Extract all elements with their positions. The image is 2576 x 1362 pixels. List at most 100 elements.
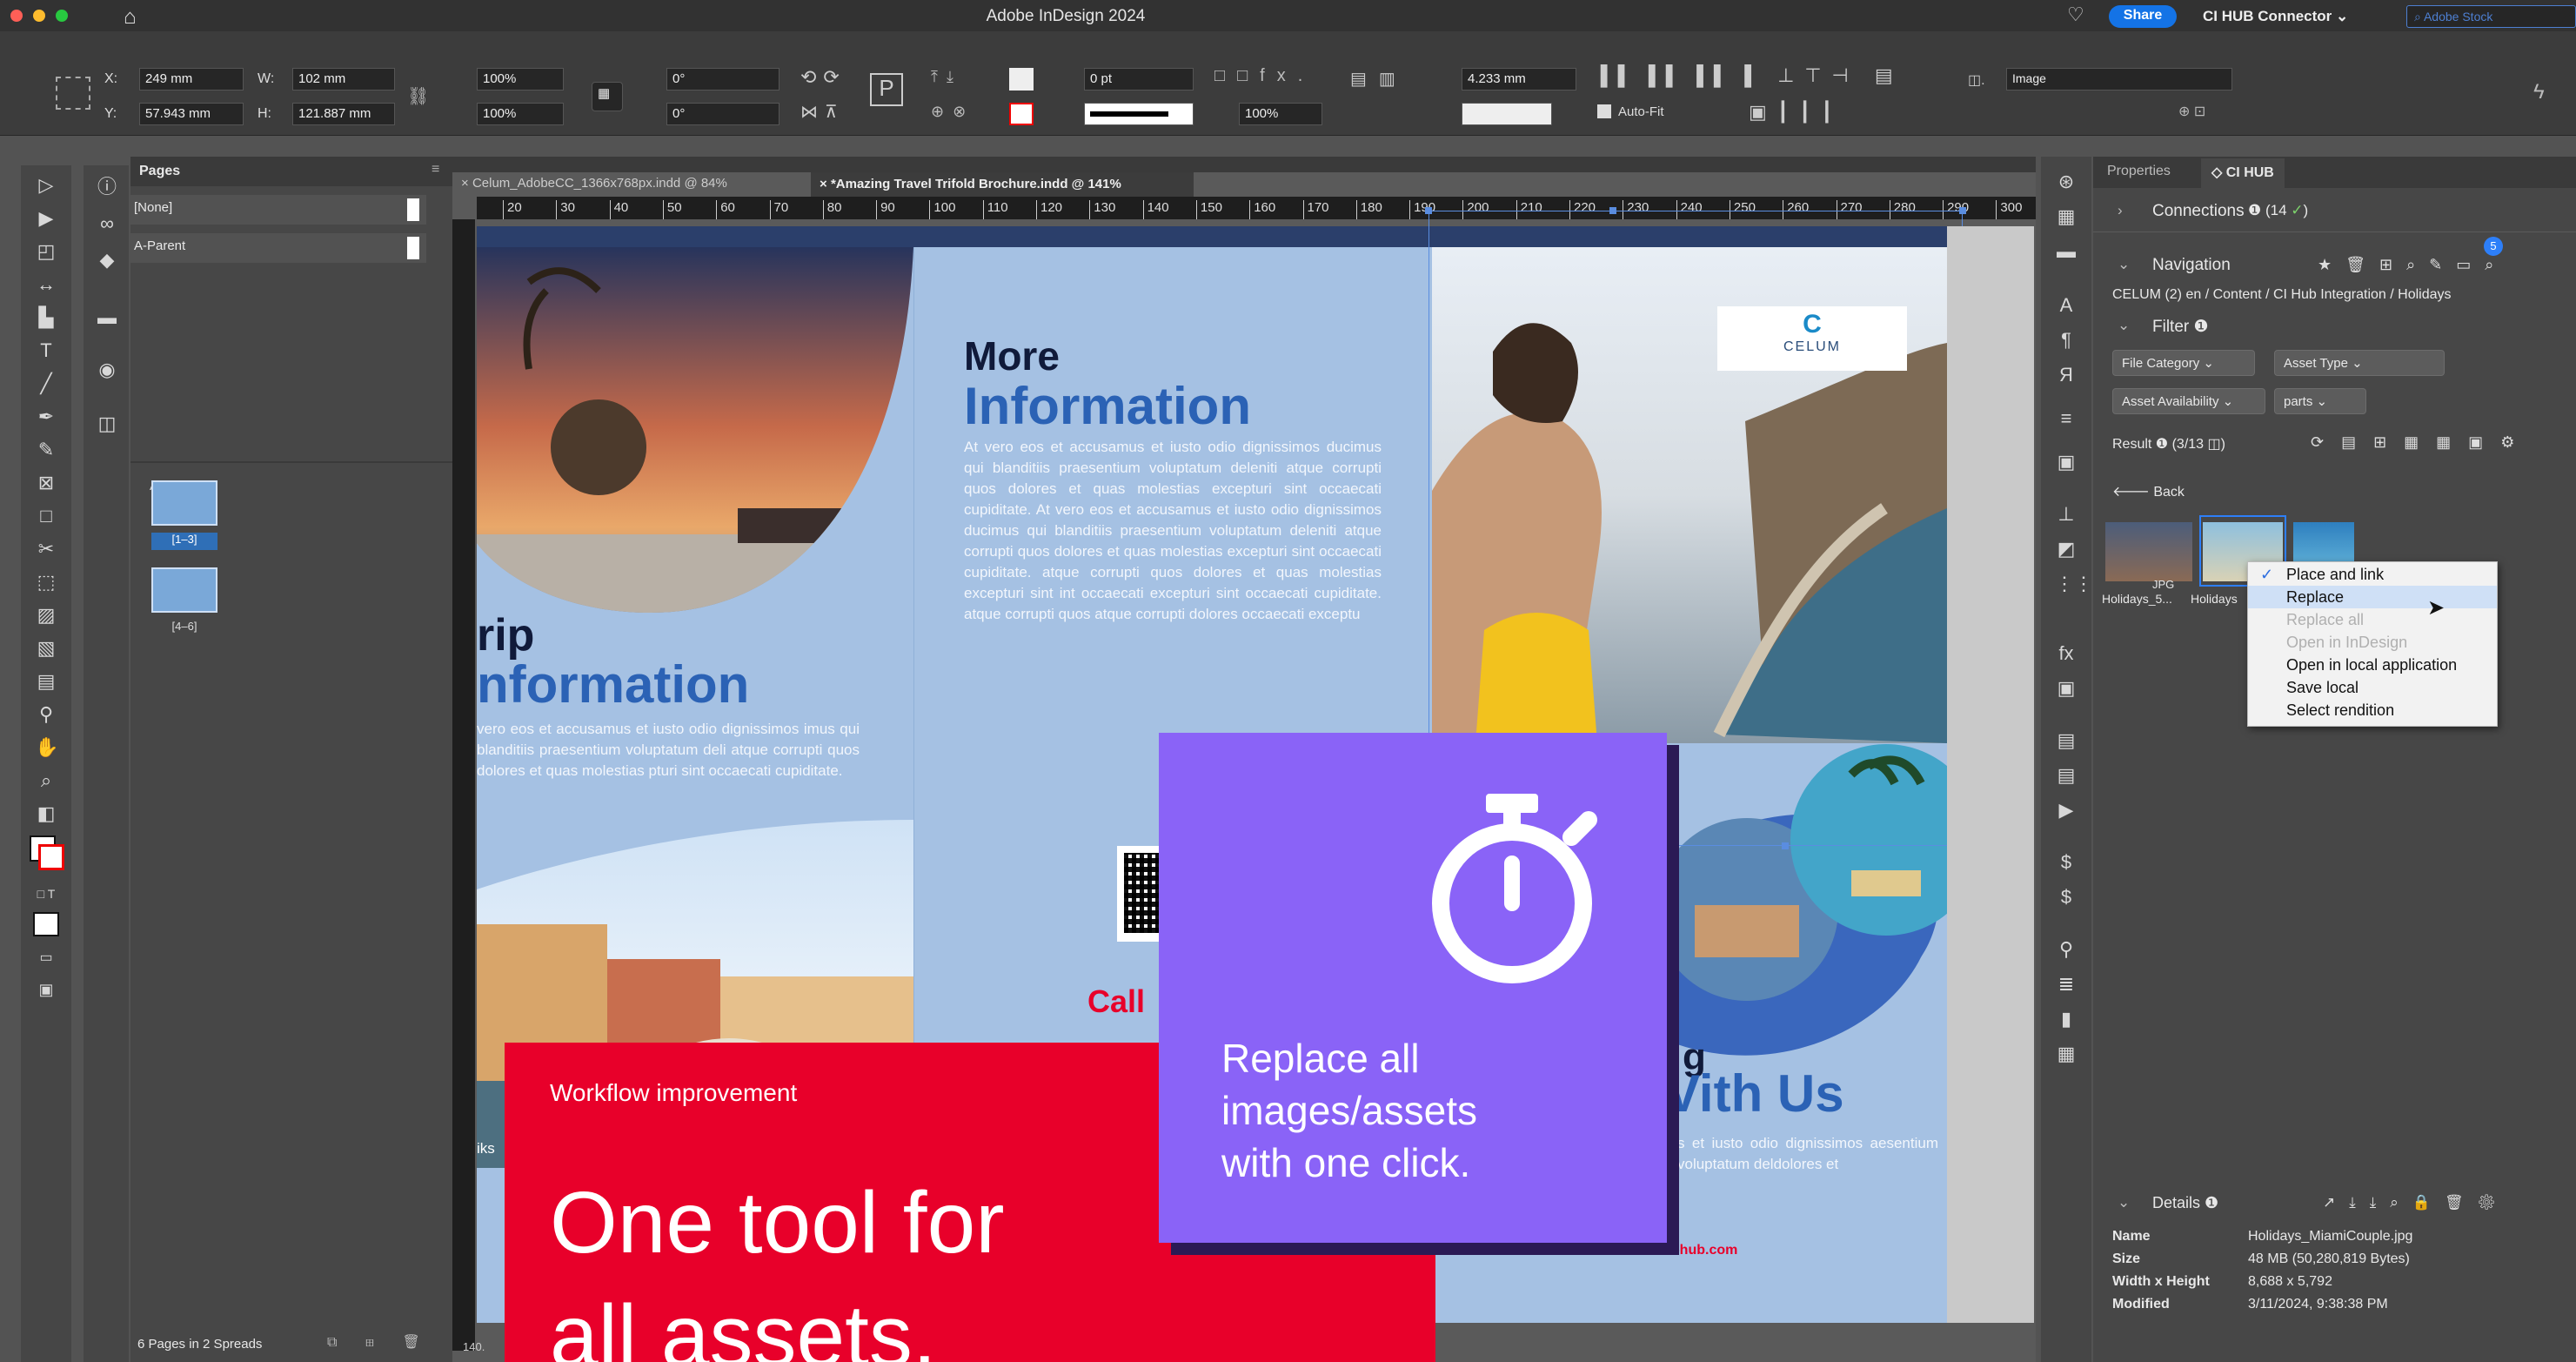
select-content-icons[interactable]: ⊕⊗	[931, 103, 974, 121]
rectangle-frame-tool-icon[interactable]: ⊠	[35, 473, 57, 493]
paragraph-styles-icon[interactable]: ¶	[2055, 331, 2078, 350]
ci-hub-icon[interactable]: ⊛	[2055, 172, 2078, 191]
parts-filter[interactable]: parts ⌄	[2274, 388, 2366, 414]
hand-tool-icon[interactable]: ✋	[35, 738, 58, 757]
scissors-tool-icon[interactable]: ✂	[35, 540, 57, 559]
autofit-checkbox[interactable]	[1597, 104, 1611, 118]
cc-libraries-icon[interactable]: ◉	[96, 360, 118, 379]
reference-point-icon[interactable]	[56, 77, 90, 110]
pages-footer-icons[interactable]: ⧉ ⊞ 🗑	[327, 1333, 432, 1351]
wrap-icon[interactable]: ▣	[2055, 453, 2078, 472]
distribute-icons[interactable]: ▣┃┃┃	[1749, 101, 1843, 124]
navigation-chevron-icon[interactable]: ⌄	[2118, 256, 2130, 273]
y-field[interactable]: 57.943 mm	[139, 103, 244, 125]
tab-ci-hub[interactable]: ◇ CI HUB	[2211, 164, 2274, 181]
constrain-scale-button[interactable]: ▦	[592, 82, 623, 111]
selection-tool-icon[interactable]: ▷	[35, 176, 57, 195]
align-icons[interactable]: ▐▌▐▌▐▌▐ ⊥⊤⊣ ▤	[1594, 64, 1904, 87]
hyperlinks-icon[interactable]: ▤	[2055, 731, 2078, 750]
stroke-type-select[interactable]	[1084, 103, 1194, 125]
tab-celum-doc[interactable]: × Celum_AdobeCC_1366x768px.indd @ 84%	[461, 176, 792, 195]
asset-thumbnail-1[interactable]	[2105, 522, 2192, 581]
assignments-icon[interactable]: ⚲	[2055, 940, 2078, 959]
rotate-angle-field[interactable]: 0°	[666, 68, 779, 91]
stroke-swatch[interactable]	[1009, 103, 1034, 125]
links-icon[interactable]: ∞	[96, 214, 118, 233]
page-tool-icon[interactable]: ◰	[35, 242, 57, 261]
p-icon[interactable]: P	[870, 73, 903, 106]
spread1-thumbnail[interactable]	[151, 480, 217, 526]
navigation-breadcrumb[interactable]: CELUM (2) en / Content / CI Hub Integrat…	[2112, 287, 2452, 303]
corner-options-icons[interactable]: □□fx.	[1214, 66, 1315, 86]
list-icon[interactable]: ≣	[2055, 975, 2078, 994]
bookmark-icon[interactable]: ▮	[2055, 1010, 2078, 1029]
filter-label[interactable]: Filter ❶	[2152, 317, 2209, 337]
sunset-image[interactable]	[477, 247, 913, 647]
constrain-proportions-icon[interactable]: ⛓	[407, 85, 429, 107]
pathfinder-icon[interactable]: ◩	[2055, 540, 2078, 559]
rotate-icons[interactable]: ⟲⟳	[800, 66, 846, 89]
result-view-icons[interactable]: ⟳▤⊞▦▦▣⚙	[2311, 433, 2532, 452]
gradient-tool-icon[interactable]: ▨	[35, 606, 57, 625]
asset-type-filter[interactable]: Asset Type ⌄	[2274, 350, 2445, 376]
zoom-tool-icon[interactable]: ⌕	[35, 771, 57, 790]
spread2-thumbnail[interactable]	[151, 567, 217, 613]
menu-select-rendition[interactable]: Select rendition	[2286, 701, 2394, 720]
frame-fitting-select[interactable]	[1462, 103, 1552, 125]
dollar-alt-icon[interactable]: $	[2055, 888, 2078, 907]
menu-open-in-indesign[interactable]: Open in InDesign	[2286, 634, 2407, 652]
menu-replace-all[interactable]: Replace all	[2286, 611, 2364, 629]
height-field[interactable]: 121.887 mm	[292, 103, 395, 125]
quick-apply-icon[interactable]: ⊕ ⊡	[2178, 103, 2205, 120]
details-toolbar-icons[interactable]: ↗⤓⤓⌕🔒🗑⚙	[2323, 1194, 2510, 1211]
dollar-icon[interactable]: $	[2055, 853, 2078, 872]
formatting-affects-icon[interactable]: □ T	[35, 884, 57, 903]
gap-tool-icon[interactable]: ↔	[35, 275, 57, 294]
free-transform-tool-icon[interactable]: ⬚	[35, 573, 57, 592]
effects-icon[interactable]: fx	[2055, 644, 2078, 663]
line-tool-icon[interactable]: ╱	[35, 374, 57, 393]
spacing-field[interactable]: 4.233 mm	[1462, 68, 1576, 91]
menu-replace[interactable]: Replace	[2286, 588, 2344, 607]
text-wrap-icons[interactable]: ▤▥	[1350, 68, 1408, 90]
fill-swatch[interactable]	[1009, 68, 1034, 91]
grid-icon[interactable]: ⋮⋮	[2055, 574, 2093, 594]
info-icon[interactable]: ⓘ	[96, 178, 118, 197]
character-icon[interactable]: A	[2055, 296, 2078, 315]
menu-open-local-application[interactable]: Open in local application	[2286, 656, 2457, 674]
menu-place-and-link[interactable]: Place and link	[2286, 566, 2384, 584]
tab-properties[interactable]: Properties	[2107, 164, 2171, 179]
note-tool-icon[interactable]: ▤	[35, 672, 57, 691]
layout-icon[interactable]: ▦	[2055, 1044, 2078, 1063]
glyphs-icon[interactable]: Я	[2055, 366, 2078, 385]
stroke-weight-field[interactable]: 0 pt	[1084, 68, 1194, 91]
pencil-tool-icon[interactable]: ✎	[35, 440, 57, 460]
tab-brochure-doc[interactable]: × *Amazing Travel Trifold Brochure.indd …	[811, 172, 1194, 197]
direct-selection-tool-icon[interactable]: ▶	[35, 209, 57, 228]
panel-menu-icon[interactable]: ≡	[432, 162, 439, 178]
menu-save-local[interactable]: Save local	[2286, 679, 2359, 697]
none-parent-row[interactable]	[130, 195, 426, 225]
bookmarks-icon[interactable]: ▤	[2055, 766, 2078, 785]
back-link[interactable]: 🡐 Back	[2112, 482, 2185, 500]
apply-none-icon[interactable]	[33, 912, 59, 936]
navigation-label[interactable]: Navigation	[2152, 256, 2231, 275]
stroke-color-icon[interactable]	[38, 844, 64, 870]
stock-search-input[interactable]: ⌕ Adobe Stock	[2406, 5, 2576, 28]
layers-icon[interactable]: ◆	[96, 251, 118, 270]
align-panel-icon[interactable]: ≡	[2055, 409, 2078, 428]
connections-label[interactable]: Connections	[2152, 202, 2245, 221]
file-category-filter[interactable]: File Category ⌄	[2112, 350, 2255, 376]
type-tool-icon[interactable]: T	[35, 341, 57, 360]
rectangle-tool-icon[interactable]: □	[35, 507, 57, 526]
object-styles-icon[interactable]: ▣	[2055, 679, 2078, 698]
connector-menu[interactable]: CI HUB Connector ⌄	[2203, 8, 2348, 25]
share-button[interactable]: Share	[2109, 5, 2177, 28]
details-label[interactable]: Details ❶	[2152, 1194, 2218, 1212]
default-colors-icon[interactable]: ◧	[35, 804, 57, 823]
pen-tool-icon[interactable]: ✒	[35, 407, 57, 426]
asset-availability-filter[interactable]: Asset Availability ⌄	[2112, 388, 2265, 414]
pages-icon[interactable]: ◫	[96, 414, 118, 433]
screen-mode-icon[interactable]: ▭	[35, 949, 57, 968]
lightning-icon[interactable]: ϟ	[2533, 80, 2545, 104]
